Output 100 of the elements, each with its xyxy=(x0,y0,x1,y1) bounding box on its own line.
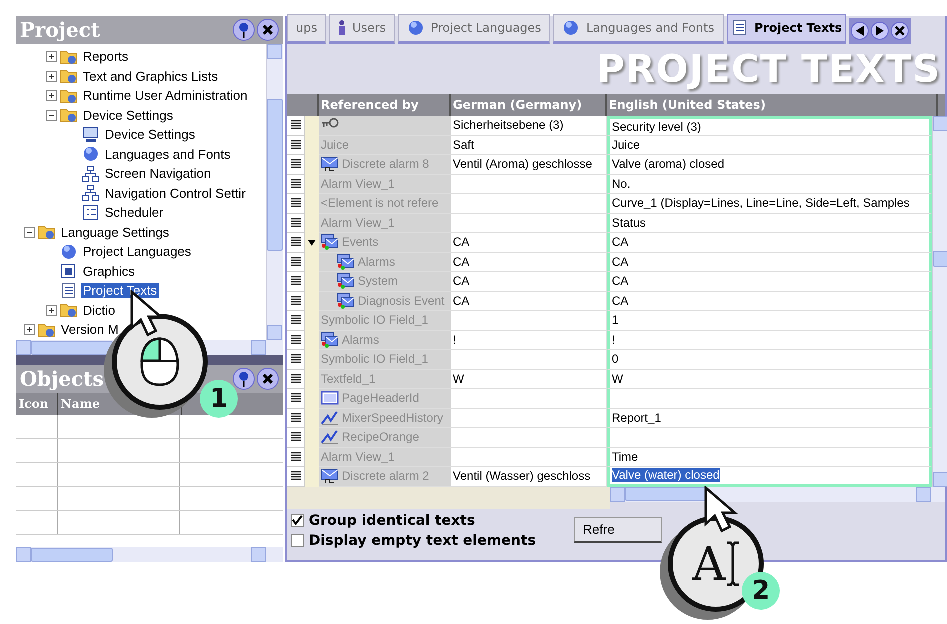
tree-item[interactable]: Project Languages xyxy=(81,244,194,260)
table-cell[interactable]: Time xyxy=(612,450,638,464)
tree-item[interactable]: Dictio xyxy=(81,302,118,318)
horizontal-scrollbar[interactable] xyxy=(16,547,283,562)
table-cell[interactable]: 1 xyxy=(612,313,619,328)
scrollbar-thumb[interactable] xyxy=(31,340,113,354)
tab[interactable]: ups xyxy=(287,14,326,44)
row-handle-icon[interactable] xyxy=(290,315,300,326)
table-cell[interactable]: CA xyxy=(612,294,629,308)
row-handle-icon[interactable] xyxy=(290,432,300,442)
table-cell[interactable]: W xyxy=(612,372,624,386)
row-handle-icon[interactable] xyxy=(290,256,300,267)
table-row[interactable]: <Element is not refere Curve_1 (Display=Lines, Line=Line, Side=Left, Samples xyxy=(287,194,932,214)
table-row[interactable]: Alarms ! ! xyxy=(287,330,932,350)
row-handle-icon[interactable] xyxy=(290,198,300,208)
scrollbar-thumb[interactable] xyxy=(31,548,113,562)
table-row[interactable]: Juice Saft Juice xyxy=(287,136,932,155)
tab[interactable]: Languages and Fonts xyxy=(553,14,724,44)
tree-item[interactable]: Navigation Control Settir xyxy=(103,186,248,201)
tree-item[interactable]: Scheduler xyxy=(103,205,166,220)
scrollbar-thumb[interactable] xyxy=(267,99,283,251)
row-handle-icon[interactable] xyxy=(290,276,300,286)
scrollbar-thumb[interactable] xyxy=(625,487,707,501)
table-row[interactable]: Sicherheitsebene (3) Security level (3) xyxy=(287,116,932,136)
table-cell[interactable]: CA xyxy=(612,254,629,269)
tab[interactable]: Project Languages xyxy=(398,14,550,44)
document-icon xyxy=(60,282,78,299)
tree-item[interactable]: Runtime User Administration xyxy=(81,88,250,104)
checkbox[interactable] xyxy=(291,514,304,527)
row-handle-icon[interactable] xyxy=(290,334,300,345)
tree-item[interactable]: Device Settings xyxy=(103,127,198,142)
table-cell[interactable]: Status xyxy=(612,216,646,230)
table-row[interactable]: Alarm View_1 Status xyxy=(287,214,932,233)
tree-item[interactable]: Reports xyxy=(81,49,131,64)
previous-tab-button[interactable] xyxy=(851,22,870,40)
table-row[interactable]: Alarms CA CA xyxy=(287,252,932,272)
table-cell[interactable]: Report_1 xyxy=(612,410,662,425)
pin-button[interactable] xyxy=(233,368,255,390)
user-icon xyxy=(338,20,346,36)
expand-toggle-icon[interactable] xyxy=(46,51,57,62)
row-handle-icon[interactable] xyxy=(290,140,300,150)
scrollbar-thumb[interactable] xyxy=(933,251,947,267)
row-handle-icon[interactable] xyxy=(290,120,300,130)
vertical-scrollbar[interactable] xyxy=(932,116,947,486)
tree-item[interactable]: Version M xyxy=(59,322,121,338)
row-handle-icon[interactable] xyxy=(290,393,300,404)
table-cell[interactable]: CA xyxy=(612,235,629,250)
tree-item[interactable]: Language Settings xyxy=(59,224,172,240)
table-row[interactable]: Discrete alarm 2 Ventil (Wasser) geschloss Valve (water) closed xyxy=(287,467,932,486)
table-cell[interactable]: Juice xyxy=(612,138,640,152)
collapse-toggle-icon[interactable] xyxy=(24,226,35,238)
tree-item[interactable]: Graphics xyxy=(81,264,138,279)
row-handle-icon[interactable] xyxy=(290,296,300,306)
tab[interactable]: Users xyxy=(329,14,396,44)
row-handle-icon[interactable] xyxy=(290,159,300,170)
table-row[interactable]: MixerSpeedHistory Report_1 xyxy=(287,408,932,428)
row-handle-icon[interactable] xyxy=(290,354,300,364)
horizontal-scrollbar[interactable] xyxy=(610,486,945,502)
row-handle-icon[interactable] xyxy=(290,178,300,189)
close-button[interactable] xyxy=(257,19,279,41)
row-handle-icon[interactable] xyxy=(290,471,300,482)
close-button[interactable] xyxy=(257,368,279,390)
table-cell[interactable]: Valve (water) closed xyxy=(612,468,720,482)
tree-item[interactable]: Languages and Fonts xyxy=(103,146,233,162)
next-tab-button[interactable] xyxy=(871,22,890,40)
tree-item[interactable]: Screen Navigation xyxy=(103,166,214,182)
row-handle-icon[interactable] xyxy=(290,237,300,248)
tab[interactable]: Project Texts xyxy=(726,14,846,44)
table-row[interactable]: Symbolic IO Field_1 1 xyxy=(287,311,932,330)
row-handle-icon[interactable] xyxy=(290,412,300,423)
vertical-scrollbar[interactable] xyxy=(266,44,283,340)
expand-toggle-icon[interactable] xyxy=(24,324,35,336)
row-handle-icon[interactable] xyxy=(290,218,300,228)
row-handle-icon[interactable] xyxy=(290,374,300,384)
table-row[interactable]: Textfeld_1 W W xyxy=(287,370,932,389)
expand-toggle-icon[interactable] xyxy=(46,304,57,316)
row-handle-icon[interactable] xyxy=(290,452,300,462)
table-row[interactable]: Alarm View_1 No. xyxy=(287,174,932,194)
pin-button[interactable] xyxy=(233,19,255,41)
table-row[interactable]: Events CA CA xyxy=(287,233,932,252)
expand-toggle-icon[interactable] xyxy=(46,70,57,82)
close-icon xyxy=(895,26,906,36)
table-row[interactable]: Discrete alarm 8 Ventil (Aroma) geschlosse Valve (aroma) closed xyxy=(287,155,932,174)
table-row[interactable]: Symbolic IO Field_1 0 xyxy=(287,350,932,370)
expand-arrow-icon[interactable] xyxy=(308,240,316,246)
table-cell: Diagnosis Event xyxy=(358,294,445,308)
tree-item[interactable]: Text and Graphics Lists xyxy=(81,68,220,84)
refresh-button[interactable]: Refre xyxy=(574,516,662,542)
table-cell[interactable]: 0 xyxy=(612,352,619,366)
table-cell[interactable]: No. xyxy=(612,176,631,191)
table-row[interactable]: Diagnosis Event CA CA xyxy=(287,292,932,311)
tree-item[interactable]: Device Settings xyxy=(81,108,176,123)
table-cell[interactable]: CA xyxy=(612,274,629,288)
table-row[interactable]: System CA CA xyxy=(287,272,932,292)
collapse-toggle-icon[interactable] xyxy=(46,110,57,121)
table-cell[interactable]: ! xyxy=(612,332,616,347)
table-row[interactable]: Alarm View_1 Time xyxy=(287,448,932,467)
close-button[interactable] xyxy=(891,22,910,40)
checkbox[interactable] xyxy=(291,534,304,547)
expand-toggle-icon[interactable] xyxy=(46,90,57,102)
